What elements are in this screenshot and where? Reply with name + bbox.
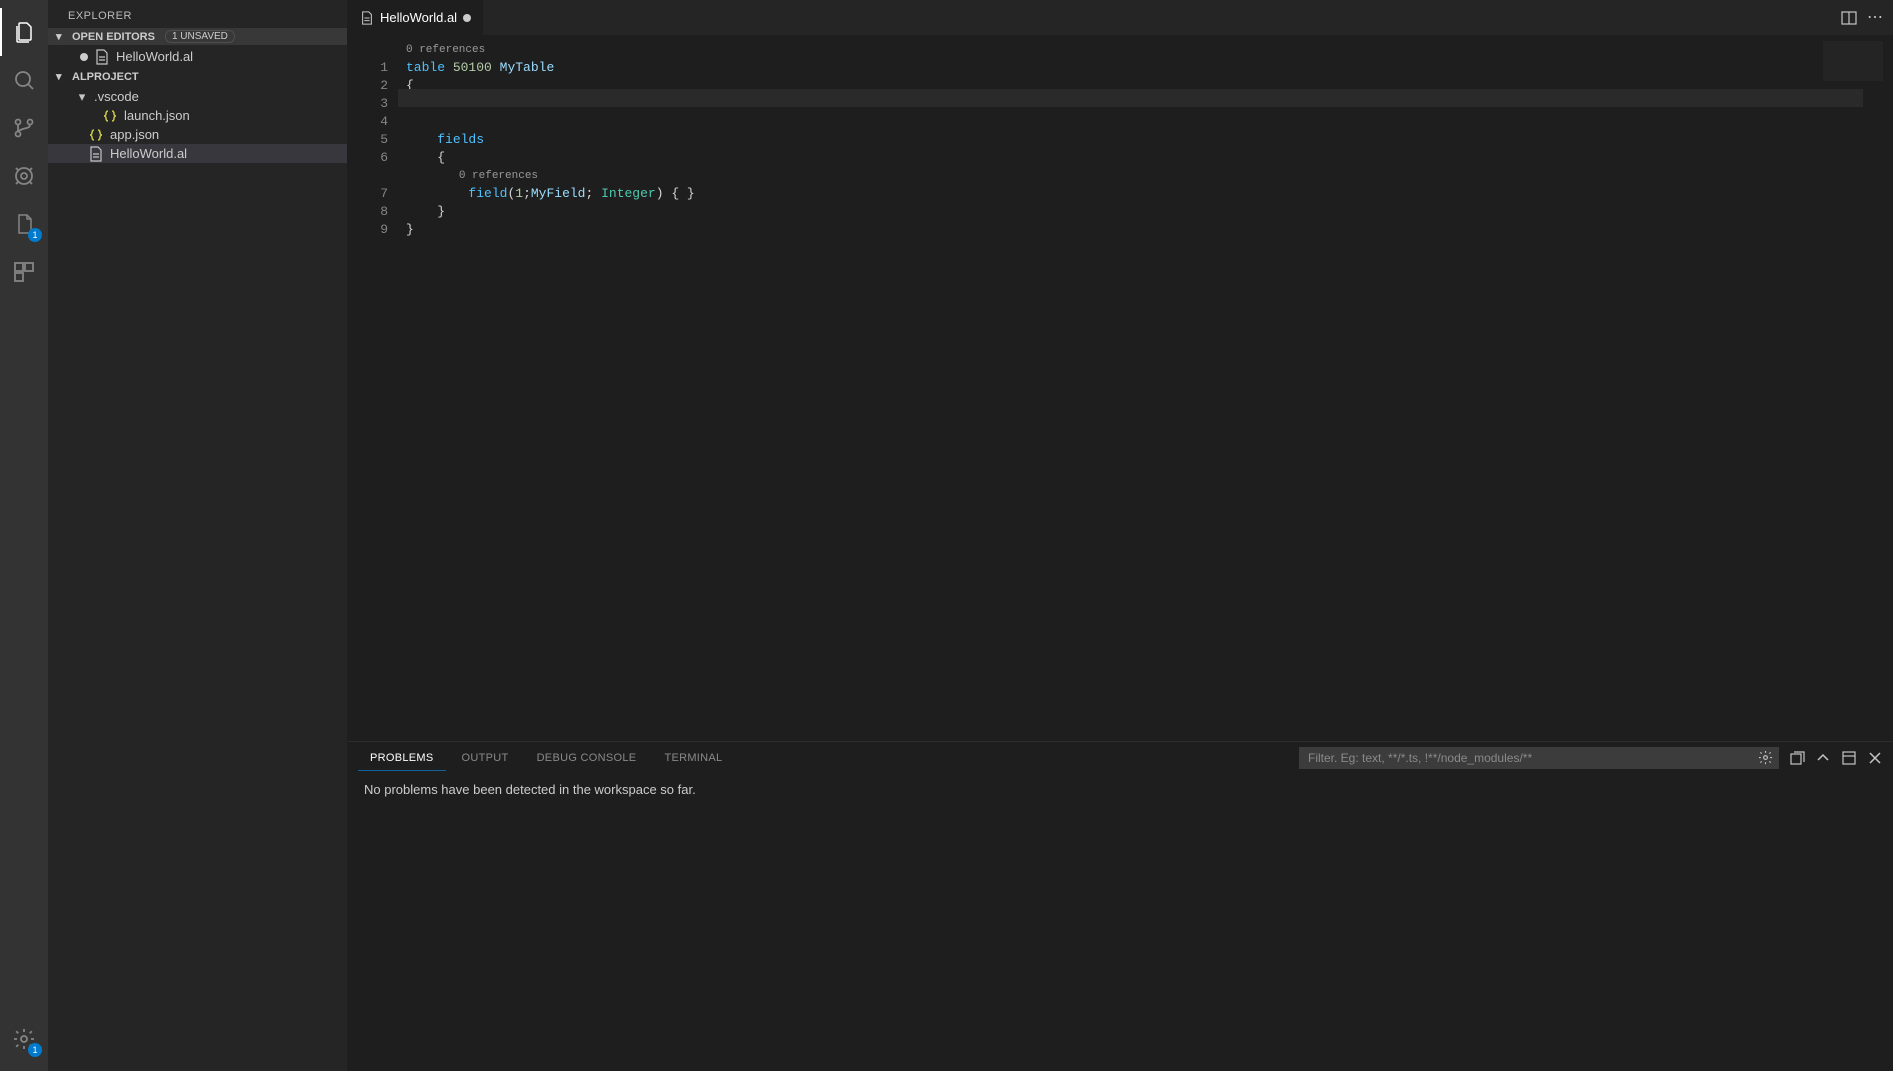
close-panel-icon[interactable] (1867, 750, 1883, 766)
open-editor-item-label: HelloWorld.al (116, 49, 193, 64)
activity-settings[interactable]: 1 (0, 1015, 48, 1063)
activity-explorer[interactable] (0, 8, 48, 56)
panel-tabs: PROBLEMS OUTPUT DEBUG CONSOLE TERMINAL (348, 742, 1893, 774)
tree-item-label: .vscode (94, 89, 139, 104)
panel-tab-debug[interactable]: DEBUG CONSOLE (525, 746, 649, 770)
al-file-icon (88, 146, 104, 162)
chevron-down-icon: ▾ (76, 89, 88, 105)
tab-bar: HelloWorld.al ⋯ (348, 0, 1893, 35)
extensions-icon (12, 260, 36, 284)
collapse-all-icon[interactable] (1789, 750, 1805, 766)
activity-settings-badge: 1 (28, 1043, 42, 1057)
minimap[interactable] (1823, 41, 1883, 81)
problems-empty-message: No problems have been detected in the wo… (364, 782, 696, 797)
problems-filter-input[interactable] (1299, 747, 1779, 769)
filter-settings-icon[interactable] (1758, 750, 1773, 768)
panel-tab-terminal[interactable]: TERMINAL (652, 746, 734, 770)
activity-source-control[interactable] (0, 104, 48, 152)
project-tree: ▾ .vscode launch.json app.json HelloWorl… (48, 85, 347, 165)
filter-wrap (1299, 747, 1779, 769)
activity-debug[interactable] (0, 152, 48, 200)
search-icon (12, 68, 36, 92)
activity-bar: 1 1 (0, 0, 48, 1071)
panel-body: No problems have been detected in the wo… (348, 774, 1893, 805)
dirty-dot-icon (80, 53, 88, 61)
tree-item-label: HelloWorld.al (110, 146, 187, 161)
tree-file-app[interactable]: app.json (48, 125, 347, 144)
tree-file-launch[interactable]: launch.json (48, 106, 347, 125)
activity-docs-badge: 1 (28, 228, 42, 242)
tree-folder-vscode[interactable]: ▾ .vscode (48, 87, 347, 106)
more-actions-icon[interactable]: ⋯ (1867, 10, 1883, 26)
open-editor-item[interactable]: HelloWorld.al (48, 47, 347, 66)
gutter: 1 2 3 4 5 6 7 8 9 (348, 35, 398, 741)
codelens[interactable]: 0 references (398, 41, 1893, 59)
sidebar: EXPLORER ▾ OPEN EDITORS 1 UNSAVED HelloW… (48, 0, 348, 1071)
panel-tab-output[interactable]: OUTPUT (450, 746, 521, 770)
al-file-icon (94, 49, 110, 65)
open-editors-header[interactable]: ▾ OPEN EDITORS 1 UNSAVED (48, 28, 347, 45)
branch-icon (12, 116, 36, 140)
activity-extensions[interactable] (0, 248, 48, 296)
project-header[interactable]: ▾ ALPROJECT (48, 68, 347, 85)
split-editor-icon[interactable] (1841, 10, 1857, 26)
bug-icon (12, 164, 36, 188)
activity-docs[interactable]: 1 (0, 200, 48, 248)
tab-label: HelloWorld.al (380, 10, 457, 25)
tabbar-actions: ⋯ (1831, 0, 1893, 35)
dirty-dot-icon (463, 14, 471, 22)
unsaved-badge: 1 UNSAVED (165, 30, 235, 43)
chevron-up-icon[interactable] (1815, 750, 1831, 766)
maximize-panel-icon[interactable] (1841, 750, 1857, 766)
bottom-panel: PROBLEMS OUTPUT DEBUG CONSOLE TERMINAL (348, 741, 1893, 1071)
panel-tab-problems[interactable]: PROBLEMS (358, 746, 446, 771)
project-label: ALPROJECT (72, 71, 139, 83)
open-editors-label: OPEN EDITORS (72, 31, 155, 43)
open-editors-tree: HelloWorld.al (48, 45, 347, 68)
tree-item-label: app.json (110, 127, 159, 142)
sidebar-title: EXPLORER (48, 0, 347, 28)
al-file-icon (360, 11, 374, 25)
activity-search[interactable] (0, 56, 48, 104)
code-area[interactable]: 0 references table 50100 MyTable { field… (398, 35, 1893, 741)
files-icon (12, 20, 36, 44)
codelens[interactable]: 0 references (398, 167, 1893, 185)
json-file-icon (102, 108, 118, 124)
main-area: HelloWorld.al ⋯ 1 2 3 4 5 6 7 8 9 0 refe… (348, 0, 1893, 1071)
editor[interactable]: 1 2 3 4 5 6 7 8 9 0 references table 501… (348, 35, 1893, 741)
chevron-down-icon: ▾ (56, 30, 68, 43)
panel-action-icons (1789, 750, 1883, 766)
chevron-down-icon: ▾ (56, 70, 68, 83)
json-file-icon (88, 127, 104, 143)
tab-helloworld[interactable]: HelloWorld.al (348, 0, 484, 35)
tree-item-label: launch.json (124, 108, 190, 123)
tree-file-helloworld[interactable]: HelloWorld.al (48, 144, 347, 163)
